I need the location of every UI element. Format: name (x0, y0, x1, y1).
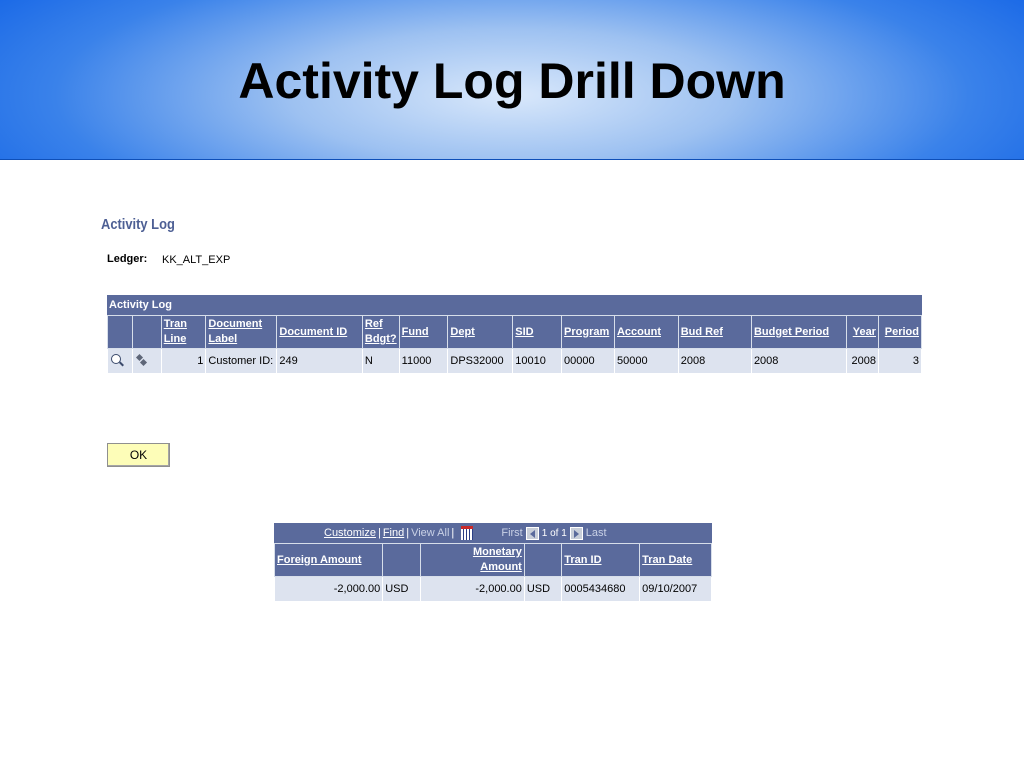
slide-title: Activity Log Drill Down (238, 53, 786, 109)
last-link[interactable]: Last (586, 527, 607, 539)
cell-foreign-currency: USD (382, 576, 421, 602)
cell-account: 50000 (613, 348, 679, 374)
activity-log-grid-title: Activity Log (107, 295, 922, 315)
page-title: Activity Log (101, 216, 175, 233)
customize-link[interactable]: Customize (324, 527, 376, 539)
drill-cell[interactable] (131, 348, 162, 374)
cell-monetary-currency: USD (523, 576, 563, 602)
column-header-ref-bdgt-line2: Bdgt? (364, 333, 397, 345)
column-header-document-label-line2: Label (208, 333, 238, 345)
slide-banner: Activity Log Drill Down (0, 0, 1024, 160)
activity-log-grid: Activity Log Tran Line Document Label Do… (107, 295, 923, 374)
column-header-ref-bdgt[interactable]: Ref Bdgt? (361, 315, 400, 349)
cell-tran-line: 1 (160, 348, 207, 374)
cell-bud-ref: 2008 (677, 348, 752, 374)
column-header-ref-bdgt-line1: Ref (364, 318, 383, 330)
column-header-dept[interactable]: Dept (447, 315, 514, 349)
column-header-icon2 (131, 315, 162, 349)
amount-grid: Customize | Find | View All | First 1 of 1 Last… (273, 523, 712, 602)
column-header-tran-id[interactable]: Tran ID (561, 543, 641, 577)
table-row: -2,000.00 USD -2,000.00 USD 0005434680 0… (273, 576, 712, 602)
column-header-fund[interactable]: Fund (398, 315, 449, 349)
table-row: 1 Customer ID: 249 N 11000 DPS32000 1001… (107, 348, 923, 374)
nav-separator: | (377, 527, 381, 539)
column-header-account[interactable]: Account (613, 315, 679, 349)
column-header-program[interactable]: Program (561, 315, 615, 349)
amount-table: Foreign Amount Monetary Amount Tran ID T… (273, 543, 712, 602)
magnify-icon[interactable] (110, 354, 124, 368)
activity-log-header-row: Tran Line Document Label Document ID Ref… (107, 315, 923, 349)
column-header-tran-line-line2: Line (163, 333, 187, 345)
column-header-tran-line[interactable]: Tran Line (160, 315, 207, 349)
column-header-sid[interactable]: SID (512, 315, 563, 349)
cell-ref-bdgt: N (361, 348, 400, 374)
drill-icon[interactable] (135, 354, 149, 368)
column-header-tran-date[interactable]: Tran Date (639, 543, 712, 577)
column-header-document-id[interactable]: Document ID (276, 315, 363, 349)
nav-separator: | (406, 527, 410, 539)
first-link[interactable]: First (501, 527, 522, 539)
grid-navigation-bar: Customize | Find | View All | First 1 of 1 Last (274, 523, 712, 543)
magnify-cell[interactable] (107, 348, 133, 374)
column-header-monetary-amount-line1: Monetary (472, 546, 522, 558)
column-header-tran-line-line1: Tran (163, 318, 187, 330)
download-grid-icon[interactable] (461, 526, 474, 541)
cell-period: 3 (877, 348, 923, 374)
cell-foreign-amount: -2,000.00 (273, 576, 384, 602)
column-header-monetary-amount[interactable]: Monetary Amount (419, 543, 525, 577)
amount-header-row: Foreign Amount Monetary Amount Tran ID T… (273, 543, 712, 577)
column-header-document-label-line1: Document (208, 318, 263, 330)
ledger-label: Ledger: (107, 253, 148, 265)
column-header-document-label[interactable]: Document Label (205, 315, 278, 349)
cell-year: 2008 (846, 348, 879, 374)
view-all-link[interactable]: View All (411, 527, 449, 539)
cell-monetary-amount: -2,000.00 (419, 576, 525, 602)
column-header-period[interactable]: Period (877, 315, 923, 349)
cell-sid: 10010 (512, 348, 563, 374)
find-link[interactable]: Find (383, 527, 404, 539)
cell-fund: 11000 (398, 348, 449, 374)
ok-button[interactable]: OK (107, 443, 170, 467)
column-header-foreign-currency (382, 543, 421, 577)
cell-document-id: 249 (276, 348, 363, 374)
column-header-icon1 (107, 315, 133, 349)
column-header-bud-ref[interactable]: Bud Ref (677, 315, 752, 349)
column-header-budget-period[interactable]: Budget Period (750, 315, 848, 349)
cell-budget-period: 2008 (750, 348, 848, 374)
cell-document-label: Customer ID: (205, 348, 278, 374)
row-count: 1 of 1 (541, 528, 567, 539)
cell-tran-id: 0005434680 (561, 576, 641, 602)
ledger-value: KK_ALT_EXP (162, 254, 231, 266)
cell-dept: DPS32000 (447, 348, 514, 374)
cell-program: 00000 (561, 348, 615, 374)
column-header-foreign-amount[interactable]: Foreign Amount (273, 543, 384, 577)
next-arrow-icon[interactable] (569, 526, 583, 540)
column-header-year[interactable]: Year (846, 315, 879, 349)
cell-tran-date: 09/10/2007 (639, 576, 712, 602)
column-header-monetary-currency (523, 543, 563, 577)
activity-log-table: Tran Line Document Label Document ID Ref… (107, 315, 923, 374)
nav-separator: | (451, 527, 455, 539)
column-header-monetary-amount-line2: Amount (480, 561, 522, 573)
previous-arrow-icon[interactable] (525, 526, 539, 540)
